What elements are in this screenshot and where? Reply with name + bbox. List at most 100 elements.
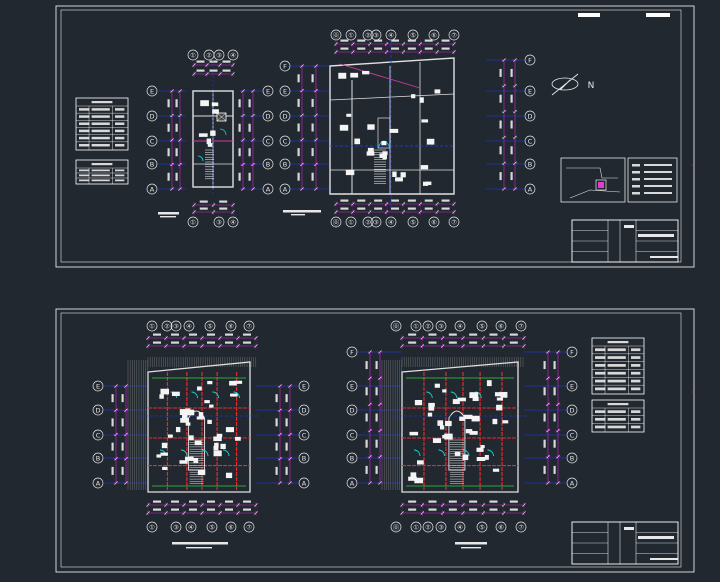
room-label xyxy=(197,386,202,391)
dim-text xyxy=(171,341,179,344)
axis-bubble: ⑥ xyxy=(225,320,237,332)
axis-bubble: E xyxy=(566,380,578,392)
table-cell xyxy=(631,410,641,413)
table-cell xyxy=(631,348,641,352)
right-axis-column: F E D C B A xyxy=(486,54,536,195)
dimension-line-vertical xyxy=(499,58,507,191)
axis-bubble: A xyxy=(566,477,578,489)
plan-right-sheet2: ⓪ ① ② ③ ④ ⑤ ⑥ ⑦⓪ ① ② ③ ④ ⑤ ⑥ ⑦F FE ED DC CB BA A xyxy=(346,320,578,533)
axis-bubble: ① xyxy=(410,320,422,332)
axis-label: ⓪ xyxy=(333,31,340,39)
axis-bubble: ⑤ xyxy=(206,521,218,533)
axis-label: E xyxy=(283,87,287,95)
table-cell xyxy=(115,129,125,133)
dim-text xyxy=(111,442,114,451)
table-cell xyxy=(91,108,110,111)
dim-text xyxy=(499,172,502,181)
dim-text xyxy=(543,361,546,370)
axis-label: F xyxy=(350,348,354,356)
title-block-sheet-1 xyxy=(571,219,679,263)
dimension-line-vertical xyxy=(121,384,129,485)
table-cell xyxy=(607,371,626,375)
dim-text xyxy=(167,148,170,157)
door-window-table-2 xyxy=(75,159,129,185)
dimension-line-vertical xyxy=(297,64,305,191)
door-swing xyxy=(222,449,230,457)
door-swing xyxy=(438,449,445,457)
axis-label: A xyxy=(302,479,307,487)
axis-label: B xyxy=(150,160,154,168)
room-label xyxy=(204,400,210,404)
dim-text xyxy=(441,47,450,50)
axis-label: ⓪ xyxy=(393,322,400,330)
hatch xyxy=(127,360,148,490)
axis-label: A xyxy=(150,185,155,193)
axis-bubble: C xyxy=(346,429,358,441)
axis-label: D xyxy=(349,406,354,414)
dim-text xyxy=(408,341,417,344)
dimension-line xyxy=(334,39,456,47)
axis-label: E xyxy=(150,87,154,95)
axis-bubble: ⑦ xyxy=(243,320,255,332)
room-label xyxy=(421,119,429,123)
dim-text xyxy=(553,439,556,448)
dim-text xyxy=(365,439,368,448)
dim-text xyxy=(543,439,546,448)
dim-text xyxy=(199,200,208,203)
door-swing xyxy=(426,391,433,399)
room-label xyxy=(437,420,444,426)
dim-text xyxy=(153,508,161,511)
dim-text xyxy=(509,500,518,503)
dim-text xyxy=(297,98,300,107)
table-cell xyxy=(79,174,90,177)
room-label xyxy=(434,89,441,94)
dim-text xyxy=(441,39,450,42)
table-cell xyxy=(115,179,125,182)
axis-label: B xyxy=(283,160,287,168)
room-label xyxy=(500,391,508,398)
axis-bubble: ④ xyxy=(185,521,197,533)
room-label xyxy=(417,460,424,465)
dim-text xyxy=(275,418,278,427)
table-cell xyxy=(631,425,641,429)
axis-bubble: ② xyxy=(161,320,173,332)
axis-label: ③ xyxy=(373,31,379,39)
dim-text xyxy=(196,69,205,72)
room-label xyxy=(367,147,374,154)
table-cell xyxy=(631,417,641,421)
room-label xyxy=(496,404,503,411)
dim-text xyxy=(469,500,478,503)
hatch xyxy=(381,360,402,490)
room-label xyxy=(213,445,219,451)
axis-label: F xyxy=(528,56,532,64)
axis-label: ② xyxy=(365,31,371,39)
door-swing xyxy=(180,449,188,457)
dimension-line-vertical xyxy=(238,89,246,191)
dimension-line-vertical xyxy=(510,58,518,191)
dim-text xyxy=(153,333,161,336)
table-cell xyxy=(79,169,90,172)
site-legend-text xyxy=(644,178,672,180)
room-label xyxy=(439,425,445,430)
room-label xyxy=(445,420,452,427)
dim-text xyxy=(448,508,457,511)
dim-text xyxy=(238,148,241,157)
dim-text xyxy=(499,94,502,103)
axis-bubble: E xyxy=(346,380,358,392)
table-cell xyxy=(631,364,641,367)
room-label xyxy=(346,113,352,117)
axis-label: ② xyxy=(425,322,431,330)
dim-text xyxy=(121,418,124,427)
axis-label: ⑦ xyxy=(518,523,524,531)
axis-label: ⑤ xyxy=(209,523,215,531)
dim-text xyxy=(171,508,179,511)
plan-title-underline xyxy=(461,547,481,549)
dim-text xyxy=(374,39,383,42)
room-label xyxy=(179,460,188,464)
dim-text xyxy=(428,500,437,503)
dim-text xyxy=(167,123,170,132)
axis-bubble: ① xyxy=(146,521,158,533)
dim-text xyxy=(248,99,251,108)
axis-bubble: A xyxy=(524,183,536,195)
room-label xyxy=(206,138,212,145)
